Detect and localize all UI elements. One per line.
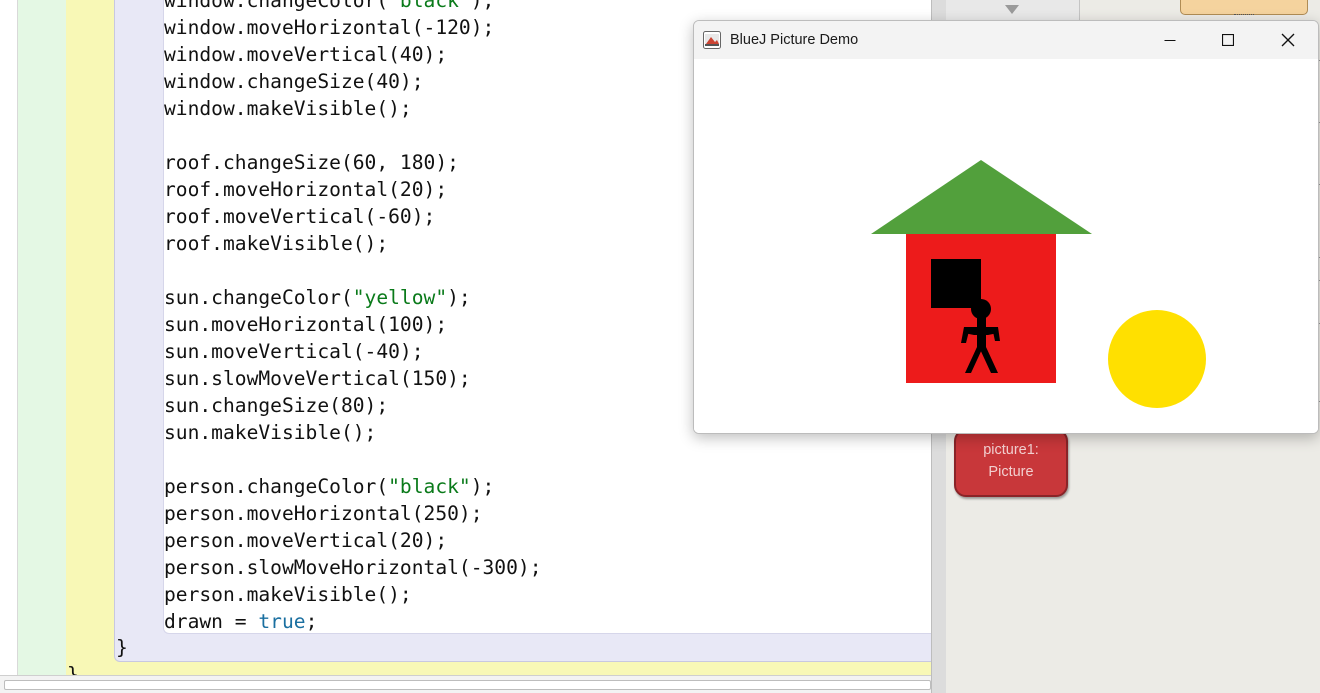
chevron-down-icon <box>1005 5 1019 14</box>
editor-gutter <box>0 0 18 675</box>
code-token: sun.makeVisible(); <box>164 421 377 444</box>
code-line[interactable]: window.makeVisible(); <box>164 95 412 122</box>
picture-canvas <box>694 59 1318 433</box>
maximize-button[interactable] <box>1199 21 1257 59</box>
code-line[interactable]: person.makeVisible(); <box>164 581 412 608</box>
code-token: person.slowMoveHorizontal(-300); <box>164 556 542 579</box>
code-line[interactable]: roof.makeVisible(); <box>164 230 388 257</box>
code-line[interactable]: window.moveHorizontal(-120); <box>164 14 494 41</box>
window-title: BlueJ Picture Demo <box>730 32 859 48</box>
object-instance-picture1[interactable]: picture1: Picture <box>954 429 1068 497</box>
class-scope-highlight <box>18 0 66 675</box>
code-token: sun.moveHorizontal(100); <box>164 313 448 336</box>
panel-dropdown-button[interactable] <box>946 0 1080 21</box>
close-button[interactable] <box>1259 21 1317 59</box>
code-token: roof.moveVertical(-60); <box>164 205 436 228</box>
window-titlebar[interactable]: BlueJ Picture Demo <box>694 21 1318 59</box>
inner-closing-brace: } <box>116 636 128 659</box>
close-icon <box>1281 33 1295 47</box>
code-line[interactable]: sun.changeSize(80); <box>164 392 388 419</box>
string-literal: "yellow" <box>352 286 448 309</box>
sun <box>1108 310 1206 408</box>
code-token: roof.makeVisible(); <box>164 232 389 255</box>
code-token: person.moveHorizontal(250); <box>164 502 483 525</box>
code-token: roof.changeSize(60, 180); <box>164 151 459 174</box>
code-line[interactable]: person.slowMoveHorizontal(-300); <box>164 554 542 581</box>
code-token: window.changeSize(40); <box>164 70 424 93</box>
code-line[interactable]: roof.moveHorizontal(20); <box>164 176 447 203</box>
code-line[interactable]: drawn = true; <box>164 608 317 635</box>
code-token: sun.slowMoveVertical(150); <box>164 367 471 390</box>
string-literal: "black" <box>388 0 471 12</box>
code-token: ; <box>305 610 318 633</box>
string-literal: "black" <box>388 475 471 498</box>
code-token: window.changeColor( <box>164 0 389 12</box>
code-line[interactable]: sun.makeVisible(); <box>164 419 376 446</box>
code-token: drawn = <box>164 610 259 633</box>
code-token: sun.changeSize(80); <box>164 394 389 417</box>
code-token: window.makeVisible(); <box>164 97 412 120</box>
editor-horizontal-scrollbar[interactable] <box>0 675 931 693</box>
scrollbar-thumb[interactable] <box>4 680 931 690</box>
code-token: ); <box>470 0 495 12</box>
minimize-button[interactable] <box>1141 21 1199 59</box>
code-line[interactable]: sun.slowMoveVertical(150); <box>164 365 471 392</box>
code-token: window.moveHorizontal(-120); <box>164 16 495 39</box>
object-name-label: picture1: <box>983 442 1039 458</box>
code-line[interactable]: sun.moveHorizontal(100); <box>164 311 447 338</box>
code-token: ); <box>470 475 495 498</box>
code-token: roof.moveHorizontal(20); <box>164 178 448 201</box>
maximize-icon <box>1222 34 1234 46</box>
keyword: true <box>258 610 306 633</box>
minimize-icon <box>1164 40 1176 41</box>
code-token: person.makeVisible(); <box>164 583 412 606</box>
class-box-partial[interactable] <box>1180 0 1308 15</box>
code-line[interactable]: window.moveVertical(40); <box>164 41 447 68</box>
picture-demo-window[interactable]: BlueJ Picture Demo <box>693 20 1319 434</box>
code-line[interactable]: person.moveVertical(20); <box>164 527 447 554</box>
code-token: sun.changeColor( <box>164 286 353 309</box>
code-line[interactable]: window.changeColor("black"); <box>164 0 494 14</box>
code-line[interactable]: roof.changeSize(60, 180); <box>164 149 459 176</box>
code-line[interactable]: sun.moveVertical(-40); <box>164 338 424 365</box>
object-type-label: Picture <box>988 464 1034 480</box>
code-line[interactable]: person.moveHorizontal(250); <box>164 500 483 527</box>
code-line[interactable]: person.changeColor("black"); <box>164 473 494 500</box>
bluej-app-icon <box>703 31 721 49</box>
code-token: ); <box>447 286 471 309</box>
code-line[interactable]: roof.moveVertical(-60); <box>164 203 435 230</box>
code-line[interactable]: sun.changeColor("yellow"); <box>164 284 471 311</box>
house-window <box>931 259 981 308</box>
code-token: window.moveVertical(40); <box>164 43 448 66</box>
code-token: person.changeColor( <box>164 475 389 498</box>
code-token: person.moveVertical(20); <box>164 529 448 552</box>
code-token: sun.moveVertical(-40); <box>164 340 424 363</box>
code-line[interactable]: window.changeSize(40); <box>164 68 424 95</box>
